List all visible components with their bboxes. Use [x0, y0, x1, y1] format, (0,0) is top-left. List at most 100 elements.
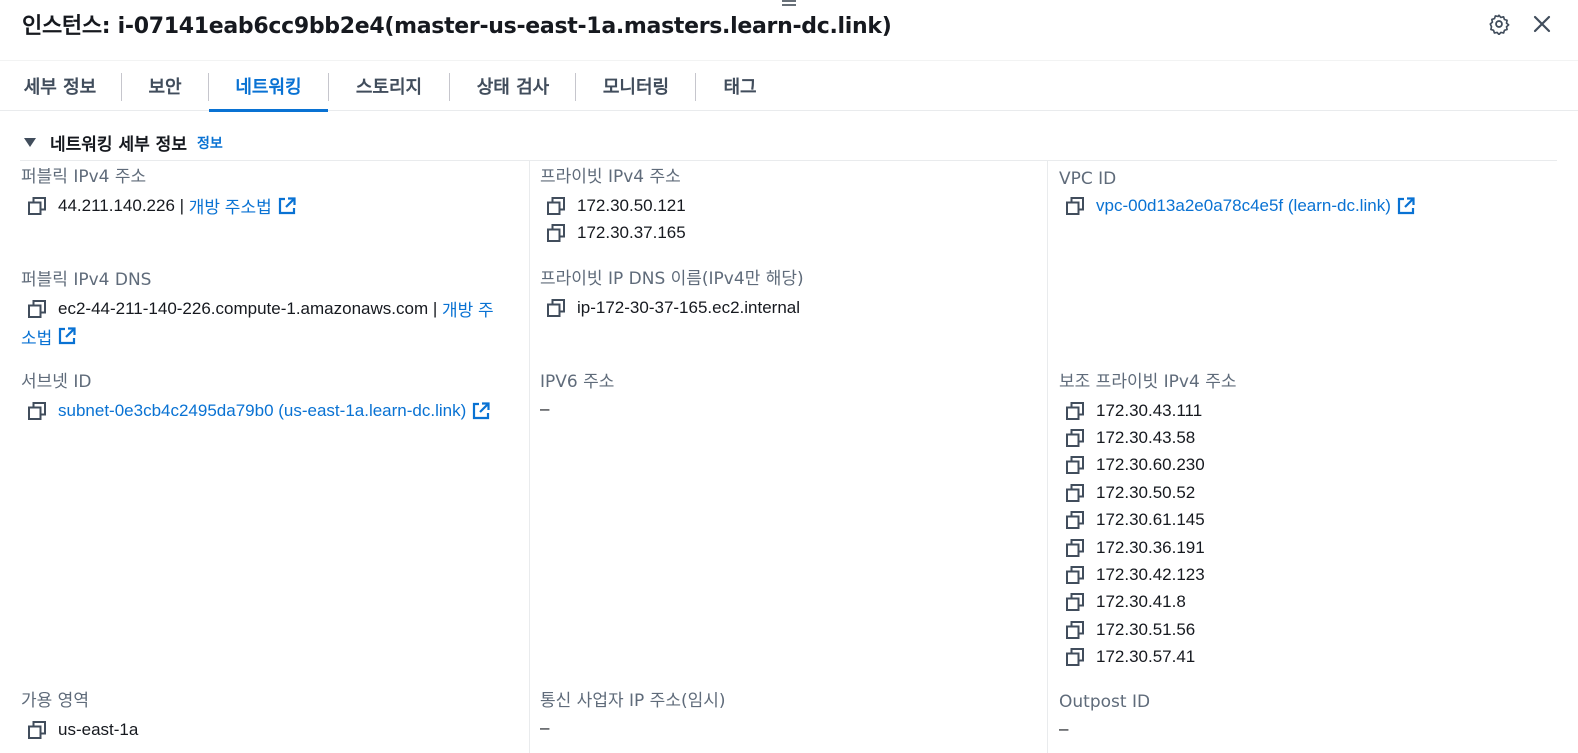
secondary-ip-value: 172.30.42.123 — [1096, 565, 1205, 585]
carrier-ip-field: 통신 사업자 IP 주소(임시) – — [540, 690, 1040, 741]
field-label: 프라이빗 IPv4 주소 — [540, 167, 681, 187]
column-divider — [1047, 160, 1048, 753]
external-link-icon[interactable] — [472, 402, 490, 420]
list-item: 172.30.42.123 — [1059, 561, 1554, 588]
copy-icon[interactable] — [546, 196, 566, 216]
secondary-private-ipv4-field: 보조 프라이빗 IPv4 주소 172.30.43.111 172.30.43.5… — [1059, 371, 1554, 671]
external-link-icon[interactable] — [58, 327, 76, 345]
tab-separator — [328, 73, 329, 101]
field-label: IPV6 주소 — [540, 372, 615, 392]
field-label: VPC ID — [1059, 169, 1117, 189]
secondary-ip-value: 172.30.41.8 — [1096, 592, 1186, 612]
copy-icon[interactable] — [1065, 592, 1085, 612]
copy-icon[interactable] — [1065, 428, 1085, 448]
list-item: 172.30.51.56 — [1059, 616, 1554, 643]
list-item: 172.30.60.230 — [1059, 452, 1554, 479]
field-label: 서브넷 ID — [21, 372, 92, 392]
secondary-ip-list: 172.30.43.111 172.30.43.58 172.30.60.230 17… — [1059, 397, 1554, 671]
secondary-ip-value: 172.30.51.56 — [1096, 619, 1196, 639]
field-label: 퍼블릭 IPv4 주소 — [21, 167, 147, 187]
tab-separator — [695, 73, 696, 101]
copy-icon[interactable] — [27, 196, 47, 216]
vpc-id-field: VPC ID vpc-00d13a2e0a78c4e5f (learn-dc.l… — [1059, 168, 1554, 219]
copy-icon[interactable] — [1065, 565, 1085, 585]
copy-icon[interactable] — [27, 299, 47, 319]
external-link-icon[interactable] — [1397, 197, 1415, 215]
field-label: 보조 프라이빗 IPv4 주소 — [1059, 372, 1237, 392]
field-label: 가용 영역 — [21, 691, 89, 711]
column-divider — [529, 160, 530, 753]
tab-status-checks[interactable]: 상태 검사 — [462, 61, 564, 111]
copy-icon[interactable] — [546, 298, 566, 318]
tab-tags[interactable]: 태그 — [708, 61, 772, 111]
list-item: 172.30.61.145 — [1059, 507, 1554, 534]
list-item: 172.30.43.58 — [1059, 424, 1554, 451]
external-link-icon[interactable] — [278, 197, 296, 215]
list-item: 172.30.41.8 — [1059, 589, 1554, 616]
availability-zone-field: 가용 영역 us-east-1a — [21, 690, 526, 743]
tab-bar: 세부 정보 보안 네트워킹 스토리지 상태 검사 모니터링 태그 — [0, 60, 1578, 112]
close-icon[interactable] — [1530, 12, 1554, 36]
tab-networking[interactable]: 네트워킹 — [209, 61, 328, 112]
page-title: 인스턴스: i-07141eab6cc9bb2e4(master-us-east… — [22, 14, 892, 39]
tab-separator — [121, 73, 122, 101]
tab-separator — [575, 73, 576, 101]
public-ipv4-value: 44.211.140.226 — [58, 195, 175, 215]
section-title: 네트워킹 세부 정보 — [50, 135, 187, 155]
copy-icon[interactable] — [27, 720, 47, 740]
private-dns-value: ip-172-30-37-165.ec2.internal — [577, 297, 801, 317]
info-link[interactable]: 정보 — [197, 133, 223, 153]
private-dns-field: 프라이빗 IP DNS 이름(IPv4만 해당) ip-172-30-37-16… — [540, 268, 1040, 321]
tab-security[interactable]: 보안 — [135, 61, 195, 111]
copy-icon[interactable] — [27, 401, 47, 421]
subnet-id-field: 서브넷 ID subnet-0e3cb4c2495da79b0 (us-east… — [21, 371, 526, 424]
open-address-link[interactable]: 개방 주소법 — [189, 193, 272, 218]
section-header: 네트워킹 세부 정보 정보 — [24, 130, 223, 155]
vpc-link[interactable]: vpc-00d13a2e0a78c4e5f (learn-dc.link) — [1096, 196, 1391, 216]
public-dns-field: 퍼블릭 IPv4 DNS ec2-44-211-140-226.compute-… — [21, 269, 526, 350]
tab-monitoring[interactable]: 모니터링 — [588, 61, 684, 111]
secondary-ip-value: 172.30.36.191 — [1096, 537, 1205, 557]
list-item: 172.30.43.111 — [1059, 397, 1554, 424]
copy-icon[interactable] — [1065, 510, 1085, 530]
drag-handle[interactable] — [782, 0, 796, 8]
subnet-link[interactable]: subnet-0e3cb4c2495da79b0 (us-east-1a.lea… — [58, 401, 466, 421]
tab-storage[interactable]: 스토리지 — [340, 61, 438, 111]
copy-icon[interactable] — [1065, 455, 1085, 475]
availability-zone-value: us-east-1a — [58, 719, 139, 739]
private-ipv4-value: 172.30.37.165 — [577, 223, 686, 243]
panel-header: 인스턴스: i-07141eab6cc9bb2e4(master-us-east… — [0, 0, 1578, 60]
caret-down-icon[interactable] — [24, 138, 36, 147]
public-ipv4-field: 퍼블릭 IPv4 주소 44.211.140.226 | 개방 주소법 — [21, 166, 526, 219]
ipv6-value: – — [540, 399, 550, 418]
copy-icon[interactable] — [546, 223, 566, 243]
secondary-ip-value: 172.30.43.111 — [1096, 400, 1203, 420]
copy-icon[interactable] — [1065, 620, 1085, 640]
copy-icon[interactable] — [1065, 196, 1085, 216]
list-item: 172.30.50.52 — [1059, 479, 1554, 506]
copy-icon[interactable] — [1065, 483, 1085, 503]
separator: | — [428, 298, 442, 318]
public-dns-value: ec2-44-211-140-226.compute-1.amazonaws.c… — [58, 298, 429, 318]
outpost-id-field: Outpost ID – — [1059, 691, 1554, 742]
field-label: 통신 사업자 IP 주소(임시) — [540, 691, 726, 711]
secondary-ip-value: 172.30.43.58 — [1096, 428, 1196, 448]
open-address-link[interactable]: 개방 주 — [442, 296, 494, 321]
list-item: 172.30.36.191 — [1059, 534, 1554, 561]
field-label: Outpost ID — [1059, 692, 1151, 712]
tab-details[interactable]: 세부 정보 — [14, 61, 106, 111]
list-item: 172.30.57.41 — [1059, 644, 1554, 671]
secondary-ip-value: 172.30.61.145 — [1096, 510, 1205, 530]
copy-icon[interactable] — [1065, 538, 1085, 558]
copy-icon[interactable] — [1065, 401, 1085, 421]
private-ipv4-value: 172.30.50.121 — [577, 195, 686, 215]
copy-icon[interactable] — [1065, 647, 1085, 667]
open-address-link-cont[interactable]: 소법 — [21, 324, 52, 349]
tab-separator — [449, 73, 450, 101]
ipv6-field: IPV6 주소 – — [540, 371, 1040, 422]
private-ipv4-field: 프라이빗 IPv4 주소 172.30.50.121 172.30.37.165 — [540, 166, 1040, 247]
gear-icon[interactable] — [1487, 12, 1511, 36]
section-divider — [20, 160, 1557, 161]
field-label: 퍼블릭 IPv4 DNS — [21, 270, 152, 290]
secondary-ip-value: 172.30.57.41 — [1096, 647, 1196, 667]
